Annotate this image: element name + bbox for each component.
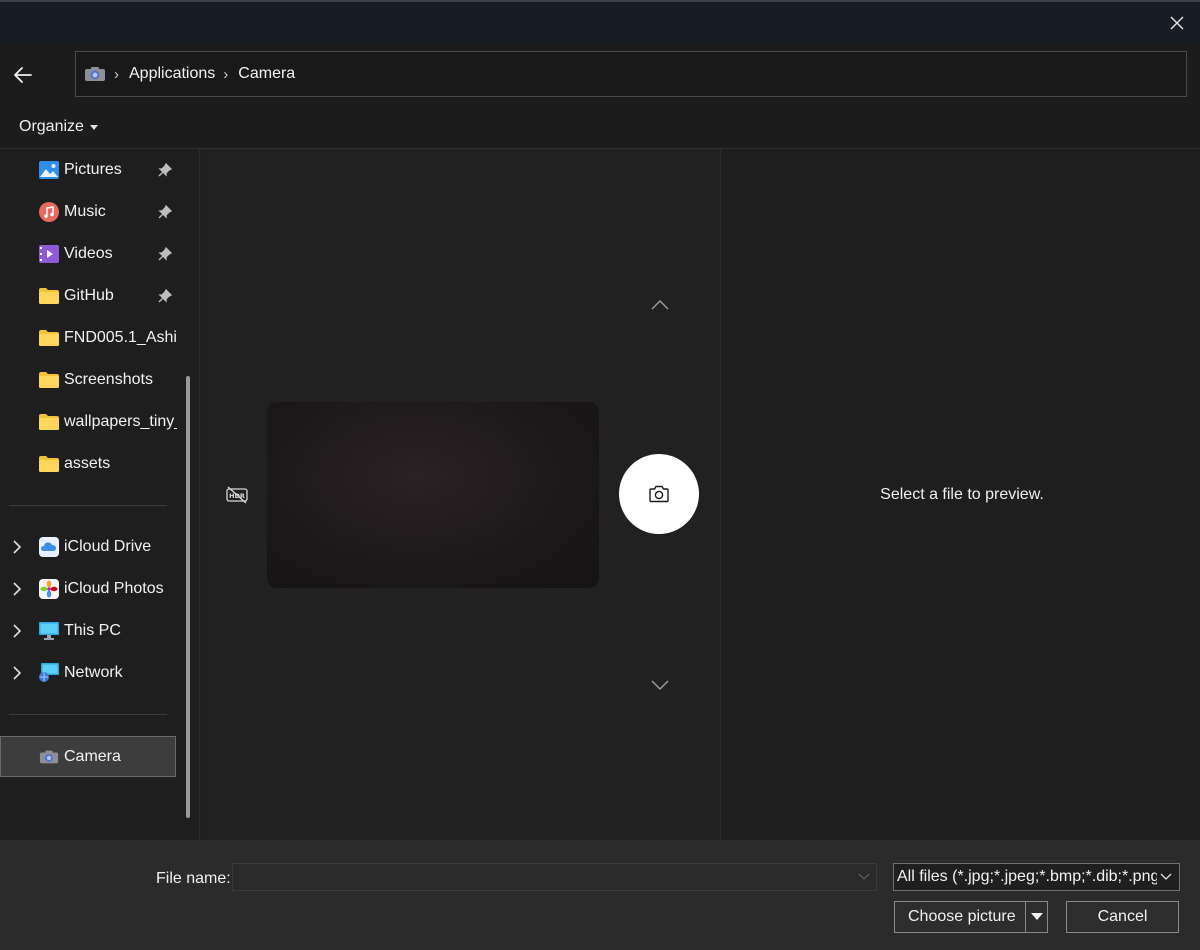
- sidebar-item-network[interactable]: Network: [39, 655, 123, 691]
- folder-icon: [39, 454, 59, 474]
- sidebar-item-label: Videos: [64, 245, 113, 262]
- dialog-footer: File name: All files (*.jpg;*.jpeg;*.bmp…: [0, 840, 1200, 950]
- camera-icon: [84, 66, 106, 82]
- videos-icon: [39, 244, 59, 264]
- sidebar-item-label: iCloud Photos: [64, 580, 164, 597]
- take-photo-button[interactable]: [619, 454, 699, 534]
- sidebar-item-wallpapers[interactable]: wallpapers_tiny_: [39, 404, 177, 440]
- sidebar-item-screenshots[interactable]: Screenshots: [39, 362, 153, 398]
- sidebar-item-label: Pictures: [64, 161, 122, 178]
- sidebar-item-assets[interactable]: assets: [39, 446, 110, 482]
- sidebar-item-label: Camera: [64, 748, 121, 765]
- chevron-down-icon: [651, 680, 669, 691]
- sidebar-item-camera[interactable]: Camera: [39, 739, 121, 775]
- icloud-photos-icon: [39, 579, 59, 599]
- camera-icon: [39, 747, 59, 767]
- sidebar-item-icloud-drive[interactable]: iCloud Drive: [39, 529, 151, 565]
- sidebar-item-label: assets: [64, 455, 111, 472]
- breadcrumb-applications[interactable]: Applications: [129, 65, 215, 83]
- sidebar-item-pictures[interactable]: Pictures: [39, 152, 122, 188]
- navigation-pane: Pictures Music Videos GitHub FND005.1_As…: [0, 149, 200, 840]
- expand-chevron-icon[interactable]: [10, 666, 24, 680]
- back-button[interactable]: [8, 60, 38, 90]
- icloud-drive-icon: [39, 537, 59, 557]
- breadcrumb-camera[interactable]: Camera: [238, 65, 295, 83]
- chevron-down-icon: [1159, 871, 1173, 883]
- file-type-select[interactable]: All files (*.jpg;*.jpeg;*.bmp;*.dib;*.pn…: [893, 863, 1180, 891]
- choose-picture-button[interactable]: Choose picture: [894, 901, 1048, 933]
- camera-shutter-icon: [649, 485, 669, 503]
- scroll-up-button[interactable]: [649, 298, 671, 312]
- pin-icon: [158, 247, 172, 261]
- file-name-input[interactable]: [233, 864, 843, 890]
- pin-icon: [158, 163, 172, 177]
- preview-empty-message: Select a file to preview.: [880, 486, 1044, 503]
- sidebar-item-label: GitHub: [64, 287, 114, 304]
- breadcrumb-separator: ›: [223, 65, 229, 83]
- close-icon: [1170, 16, 1184, 30]
- folder-icon: [39, 328, 59, 348]
- sidebar-divider: [9, 714, 167, 715]
- pictures-icon: [39, 160, 59, 180]
- sidebar-item-music[interactable]: Music: [39, 194, 106, 230]
- music-icon: [39, 202, 59, 222]
- sidebar-item-label: iCloud Drive: [64, 538, 152, 555]
- expand-chevron-icon[interactable]: [10, 624, 24, 638]
- choose-picture-label: Choose picture: [908, 908, 1016, 925]
- sidebar-item-label: wallpapers_tiny_: [64, 413, 177, 430]
- pin-icon: [158, 289, 172, 303]
- scroll-down-button[interactable]: [649, 678, 671, 692]
- organize-menu[interactable]: Organize: [19, 118, 98, 136]
- caret-down-icon: [1030, 913, 1043, 920]
- address-bar[interactable]: › Applications › Camera: [75, 51, 1187, 97]
- hdr-toggle-button[interactable]: HDR: [225, 484, 249, 506]
- organize-label: Organize: [19, 118, 84, 135]
- hdr-off-icon: HDR: [226, 486, 248, 504]
- sidebar-item-icloud-photos[interactable]: iCloud Photos: [39, 571, 164, 607]
- navigation-bar: › Applications › Camera: [0, 44, 1200, 106]
- sidebar-item-label: Screenshots: [64, 371, 153, 388]
- choose-picture-dropdown[interactable]: [1025, 902, 1047, 932]
- chevron-up-icon: [651, 299, 669, 310]
- expand-chevron-icon[interactable]: [10, 582, 24, 596]
- preview-pane: Select a file to preview.: [722, 149, 1200, 840]
- back-arrow-icon: [14, 67, 32, 83]
- chevron-down-icon[interactable]: [856, 870, 872, 884]
- sidebar-item-label: Music: [64, 203, 106, 220]
- camera-capture-pane: HDR: [201, 149, 721, 840]
- sidebar-item-label: FND005.1_Ashis: [64, 329, 177, 346]
- breadcrumb-separator: ›: [114, 65, 119, 83]
- sidebar-item-videos[interactable]: Videos: [39, 236, 113, 272]
- this-pc-icon: [39, 621, 59, 641]
- command-toolbar: Organize: [0, 106, 1200, 149]
- camera-viewfinder: [267, 402, 599, 588]
- sidebar-item-this-pc[interactable]: This PC: [39, 613, 121, 649]
- folder-icon: [39, 286, 59, 306]
- file-name-combobox[interactable]: [232, 863, 877, 891]
- sidebar-item-fnd005[interactable]: FND005.1_Ashis: [39, 320, 177, 356]
- folder-icon: [39, 370, 59, 390]
- sidebar-item-label: Network: [64, 664, 123, 681]
- folder-icon: [39, 412, 59, 432]
- close-button[interactable]: [1162, 8, 1192, 38]
- sidebar-item-github[interactable]: GitHub: [39, 278, 114, 314]
- sidebar-scrollbar[interactable]: [186, 376, 190, 818]
- caret-down-icon: [89, 125, 98, 130]
- pin-icon: [158, 205, 172, 219]
- file-type-selected: All files (*.jpg;*.jpeg;*.bmp;*.dib;*.pn…: [897, 868, 1157, 885]
- sidebar-divider: [9, 505, 167, 506]
- file-name-label: File name:: [156, 870, 231, 887]
- sidebar-item-label: This PC: [64, 622, 121, 639]
- expand-chevron-icon[interactable]: [10, 540, 24, 554]
- cancel-button[interactable]: Cancel: [1066, 901, 1179, 933]
- svg-text:HDR: HDR: [229, 492, 245, 500]
- network-icon: [39, 663, 59, 683]
- title-bar: [0, 0, 1200, 44]
